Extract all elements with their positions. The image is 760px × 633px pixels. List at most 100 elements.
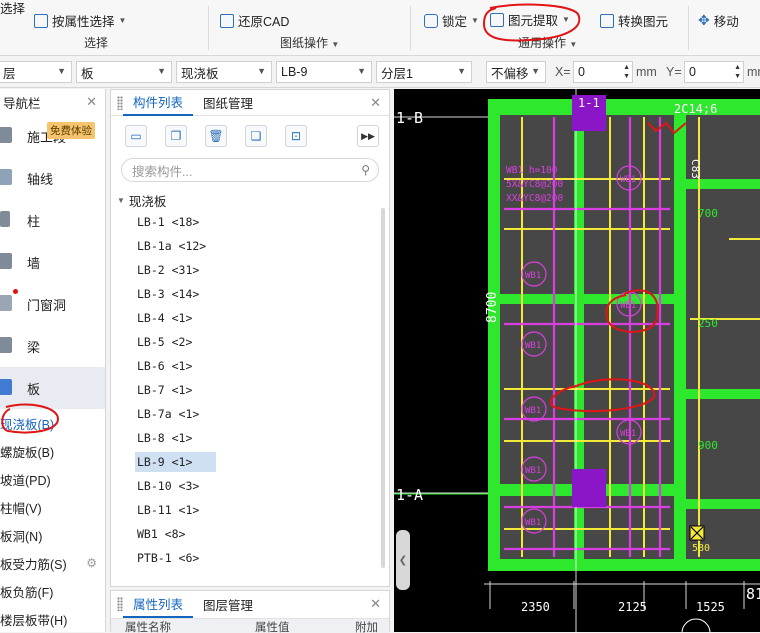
component-item[interactable]: LB-1a <12> [111, 234, 389, 258]
wb1-label: WB1 [525, 466, 541, 476]
sub-item-spiral-slab[interactable]: 螺旋板(B) [0, 437, 105, 465]
sub-item-negative-rebar[interactable]: 板负筋(F) [0, 577, 105, 605]
type-dropdown[interactable]: 现浇板 ▼ [176, 61, 272, 83]
lock-button[interactable]: 锁定 ▼ [424, 11, 479, 30]
tab-drawing-management[interactable]: 图纸管理 [193, 90, 263, 116]
more-tools-button[interactable]: ▶▶ [357, 125, 379, 147]
component-item-label: LB-7a <1> [137, 407, 200, 421]
component-item-label: LB-2 <31> [137, 263, 200, 277]
ribbon-divider [410, 6, 411, 50]
spinner-arrows-icon[interactable]: ▲ ▼ [734, 63, 741, 81]
layer-dropdown[interactable]: 层 ▼ [0, 61, 72, 83]
gear-icon[interactable]: ⚙ [86, 556, 97, 570]
component-item-label: LB-11 <1> [137, 503, 200, 517]
search-icon[interactable]: ⚲ [361, 163, 370, 177]
component-toolbar: ▭ ❐ 🗑 ❏ ⊡ ▶▶ [111, 116, 389, 156]
component-item[interactable]: LB-8 <1> [111, 426, 389, 450]
component-item[interactable]: LB-10 <3> [111, 474, 389, 498]
tab-component-list[interactable]: 构件列表 [123, 90, 194, 116]
slab-icon [0, 379, 12, 395]
nav-item-construction-section[interactable]: 施工段免费体验 [0, 115, 105, 157]
caret-down-icon[interactable]: ▼ [117, 196, 125, 205]
component-item[interactable]: LB-5 <2> [111, 330, 389, 354]
nav-item-wall[interactable]: 墙 [0, 241, 105, 283]
collapse-panel-button[interactable]: ❮ [396, 530, 410, 590]
drag-handle-icon[interactable] [117, 96, 123, 110]
copy-icon: ❐ [170, 129, 182, 143]
component-dropdown[interactable]: LB-9 ▼ [276, 61, 372, 83]
delete-component-button[interactable]: 🗑 [205, 125, 227, 147]
category-dropdown[interactable]: 板 ▼ [76, 61, 172, 83]
sub-item-column-cap[interactable]: 柱帽(V) [0, 493, 105, 521]
sub-item-floor-strip[interactable]: 楼层板带(H) [0, 605, 105, 633]
duplicate-floor-button[interactable]: ❏ [245, 125, 267, 147]
component-item[interactable]: PTB-1 <6> [111, 546, 389, 570]
nav-header: 导航栏 ✕ [3, 94, 97, 111]
component-item[interactable]: LB-4 <1> [111, 306, 389, 330]
restore-cad-button[interactable]: 还原CAD [220, 11, 289, 30]
component-item[interactable]: LB-11 <1> [111, 498, 389, 522]
col-property-name: 属性名称 [125, 622, 171, 633]
nav-item-axis[interactable]: 轴线 [0, 157, 105, 199]
ribbon-divider [208, 6, 209, 50]
move-button[interactable]: ✥ 移动 [698, 11, 739, 30]
drag-handle-icon[interactable] [117, 597, 123, 611]
wb1-label: WB1 [620, 175, 636, 185]
cad-canvas[interactable]: 1-B 1-A 2C14;6 1-1 WB1 h=100 5X&YC8@200 … [394, 89, 760, 632]
chevron-down-icon: ▼ [357, 66, 366, 76]
door-window-icon [0, 295, 12, 311]
convert-icon [600, 13, 614, 28]
properties-tabs: 属性列表 图层管理 ✕ [111, 591, 389, 619]
nav-item-column[interactable]: 柱 [0, 199, 105, 241]
component-search-input[interactable]: 搜索构件... ⚲ [121, 158, 379, 182]
floor-dropdown[interactable]: 分层1 ▼ [376, 61, 472, 83]
component-item[interactable]: LB-7a <1> [111, 402, 389, 426]
slab-note: WB1 h=100 [506, 165, 558, 176]
component-item[interactable]: LB-7 <1> [111, 378, 389, 402]
new-component-button[interactable]: ▭ [125, 125, 147, 147]
y-offset-input[interactable]: 0 ▲ ▼ [684, 61, 744, 83]
x-offset-input[interactable]: 0 ▲ ▼ [573, 61, 633, 83]
component-tabs: 构件列表 图纸管理 ✕ [111, 90, 389, 116]
beam-icon [0, 337, 12, 353]
spinner-arrows-icon[interactable]: ▲ ▼ [623, 63, 630, 81]
nav-item-beam[interactable]: 梁 [0, 325, 105, 367]
close-icon[interactable]: ✕ [86, 94, 97, 110]
tab-properties[interactable]: 属性列表 [123, 592, 194, 618]
select-by-attribute-button[interactable]: 按属性选择 ▼ [34, 11, 126, 30]
scrollbar[interactable] [381, 208, 385, 568]
offset-dropdown[interactable]: 不偏移 ▼ [486, 61, 546, 83]
sub-item-slab-hole[interactable]: 板洞(N) [0, 521, 105, 549]
chevron-down-icon: ▼ [57, 66, 66, 76]
dim-label: 2125 [618, 600, 647, 614]
tree-group-cast-slab[interactable]: ▼ 现浇板 [111, 190, 389, 210]
drawing-ops-group-label[interactable]: 图纸操作 ▼ [280, 34, 339, 51]
component-item[interactable]: LB-6 <1> [111, 354, 389, 378]
filter-icon [34, 13, 48, 28]
sub-item-slab-rebar[interactable]: 板受力筋(S) ⚙ [0, 549, 105, 577]
column-icon [0, 211, 10, 227]
select-button[interactable]: 选择 [0, 0, 25, 17]
component-item[interactable]: LB-1 <18> [111, 210, 389, 234]
component-item[interactable]: WB1 <8> [111, 522, 389, 546]
y-label: Y= [666, 65, 682, 79]
import-button[interactable]: ⊡ [285, 125, 307, 147]
wb1-label: WB1 [620, 301, 636, 311]
tab-layers[interactable]: 图层管理 [193, 592, 263, 618]
copy-component-button[interactable]: ❐ [165, 125, 187, 147]
close-icon[interactable]: ✕ [370, 95, 381, 111]
axis-label-a: 1-A [396, 486, 423, 504]
red-annotation-circle [1, 403, 60, 434]
dim-label: 580 [692, 543, 710, 554]
lock-icon [424, 13, 438, 28]
slab-note: XX&YC8@200 [506, 193, 563, 204]
convert-elements-button[interactable]: 转换图元 [600, 11, 668, 30]
y-unit-label: mm [747, 65, 760, 79]
sub-item-ramp[interactable]: 坡道(PD) [0, 465, 105, 493]
dim-label: 700 [698, 207, 718, 220]
close-icon[interactable]: ✕ [370, 596, 381, 612]
component-item-label: LB-4 <1> [137, 311, 193, 325]
component-item[interactable]: LB-9 <1> [111, 450, 389, 474]
component-item[interactable]: LB-3 <14> [111, 282, 389, 306]
component-item[interactable]: LB-2 <31> [111, 258, 389, 282]
